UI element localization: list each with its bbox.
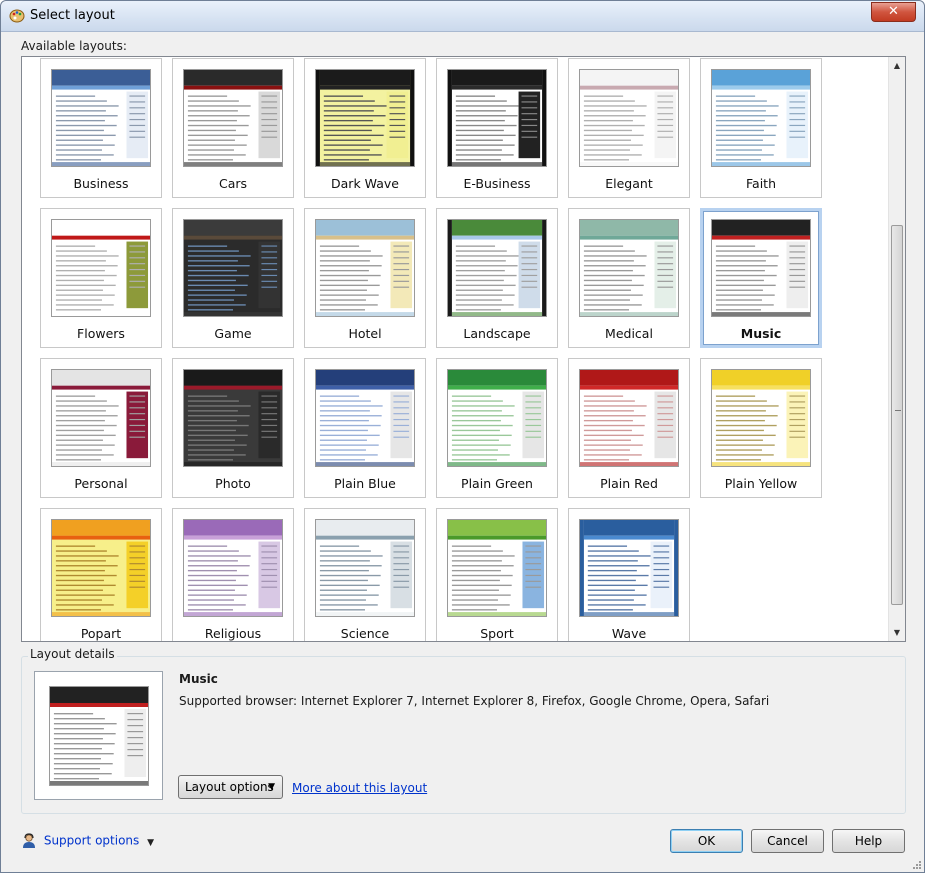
layout-thumbnail — [447, 219, 547, 317]
layout-tile-label: E-Business — [463, 176, 531, 191]
layout-tile-label: Science — [340, 626, 390, 641]
title-bar[interactable]: Select layout ✕ — [1, 1, 924, 32]
layout-tile-label: Faith — [746, 176, 776, 191]
layout-thumbnail — [183, 69, 283, 167]
layout-gallery[interactable]: Business Cars Dark Wave E-Business Elegant Fa… — [21, 56, 906, 642]
layout-tile-sport[interactable]: Sport — [436, 508, 558, 641]
layout-thumbnail — [51, 369, 151, 467]
layout-name: Music — [179, 672, 218, 686]
layout-thumbnail — [51, 69, 151, 167]
chevron-down-icon: ▼ — [147, 837, 155, 848]
layout-tile-game[interactable]: Game — [172, 208, 294, 348]
layout-tile-label: Photo — [215, 476, 251, 491]
user-support-icon — [21, 833, 37, 849]
layout-tile-personal[interactable]: Personal — [40, 358, 162, 498]
layout-tile-label: Business — [73, 176, 129, 191]
layout-tile-popart[interactable]: Popart — [40, 508, 162, 641]
layout-tile-label: Personal — [74, 476, 128, 491]
layout-thumbnail — [183, 519, 283, 617]
layout-thumbnail — [447, 519, 547, 617]
available-layouts-label: Available layouts: — [21, 39, 127, 53]
resize-grip-icon[interactable] — [911, 859, 921, 869]
layout-thumbnail — [711, 369, 811, 467]
layout-tile-plainyellow[interactable]: Plain Yellow — [700, 358, 822, 498]
chevron-down-icon: ▼ — [268, 782, 275, 792]
layout-tile-label: Sport — [480, 626, 514, 641]
layout-options-label: Layout options — [185, 780, 274, 794]
layout-tile-label: Hotel — [348, 326, 382, 341]
supported-browsers-text: Supported browser: Internet Explorer 7, … — [179, 694, 770, 708]
layout-thumbnail — [447, 69, 547, 167]
layout-tile-plaingreen[interactable]: Plain Green — [436, 358, 558, 498]
layout-options-button[interactable]: Layout options ▼ — [178, 775, 283, 799]
layout-tile-flowers[interactable]: Flowers — [40, 208, 162, 348]
layout-details-legend: Layout details — [28, 647, 117, 661]
palette-icon — [9, 8, 25, 24]
window-title: Select layout — [30, 8, 115, 23]
layout-thumbnail — [447, 369, 547, 467]
layout-thumbnail — [579, 369, 679, 467]
layout-tile-elegant[interactable]: Elegant — [568, 58, 690, 198]
more-about-layout-link[interactable]: More about this layout — [292, 781, 427, 795]
layout-tile-label: Popart — [80, 626, 122, 641]
layout-tile-plainblue[interactable]: Plain Blue — [304, 358, 426, 498]
cancel-button[interactable]: Cancel — [751, 829, 824, 853]
scroll-up-arrow-icon[interactable]: ▲ — [889, 57, 905, 74]
layout-tile-religious[interactable]: Religious — [172, 508, 294, 641]
layout-tile-label: Elegant — [605, 176, 653, 191]
layout-thumbnail — [711, 219, 811, 317]
layout-tile-label: Game — [214, 326, 252, 341]
layout-thumbnail — [711, 69, 811, 167]
layout-preview — [34, 671, 163, 800]
scroll-down-arrow-icon[interactable]: ▼ — [889, 624, 905, 641]
ok-button[interactable]: OK — [670, 829, 743, 853]
layout-tile-science[interactable]: Science — [304, 508, 426, 641]
layout-thumbnail — [183, 219, 283, 317]
layout-tile-label: Plain Blue — [334, 476, 396, 491]
scrollbar-thumb[interactable] — [891, 225, 903, 605]
close-button[interactable]: ✕ — [871, 2, 916, 22]
layout-tile-plainred[interactable]: Plain Red — [568, 358, 690, 498]
support-options-label: Support options — [43, 833, 140, 848]
layout-thumbnail — [579, 519, 679, 617]
select-layout-dialog: Select layout ✕ Available layouts: Busin… — [0, 0, 925, 873]
help-button[interactable]: Help — [832, 829, 905, 853]
layout-tile-darkwave[interactable]: Dark Wave — [304, 58, 426, 198]
layout-tile-label: Wave — [611, 626, 647, 641]
layout-tile-photo[interactable]: Photo — [172, 358, 294, 498]
gallery-scrollbar[interactable]: ▲ ▼ — [888, 57, 905, 641]
layout-tile-ebusiness[interactable]: E-Business — [436, 58, 558, 198]
layout-thumbnail — [183, 369, 283, 467]
layout-thumbnail — [315, 69, 415, 167]
layout-tile-label: Plain Yellow — [724, 476, 798, 491]
layout-tile-label: Landscape — [463, 326, 531, 341]
layout-tile-business[interactable]: Business — [40, 58, 162, 198]
layout-tile-label: Plain Green — [461, 476, 533, 491]
support-options-button[interactable]: Support options ▼ — [21, 833, 154, 853]
layout-tile-cars[interactable]: Cars — [172, 58, 294, 198]
layout-thumbnail — [51, 219, 151, 317]
layout-tile-label: Cars — [218, 176, 248, 191]
layout-tile-faith[interactable]: Faith — [700, 58, 822, 198]
layout-tile-music[interactable]: Music — [700, 208, 822, 348]
layout-thumbnail — [579, 219, 679, 317]
layout-tile-label: Religious — [204, 626, 262, 641]
preview-thumbnail — [49, 686, 149, 786]
layout-tile-label: Flowers — [77, 326, 125, 341]
layout-tile-label: Music — [740, 326, 782, 341]
layout-thumbnail — [315, 519, 415, 617]
layout-tile-label: Dark Wave — [331, 176, 399, 191]
layout-tile-medical[interactable]: Medical — [568, 208, 690, 348]
layout-tile-hotel[interactable]: Hotel — [304, 208, 426, 348]
layout-tile-label: Medical — [605, 326, 653, 341]
layout-thumbnail — [51, 519, 151, 617]
layout-thumbnail — [315, 219, 415, 317]
layout-thumbnail — [579, 69, 679, 167]
layout-tile-landscape[interactable]: Landscape — [436, 208, 558, 348]
layout-tile-label: Plain Red — [600, 476, 658, 491]
layout-thumbnail — [315, 369, 415, 467]
layout-tile-wave[interactable]: Wave — [568, 508, 690, 641]
